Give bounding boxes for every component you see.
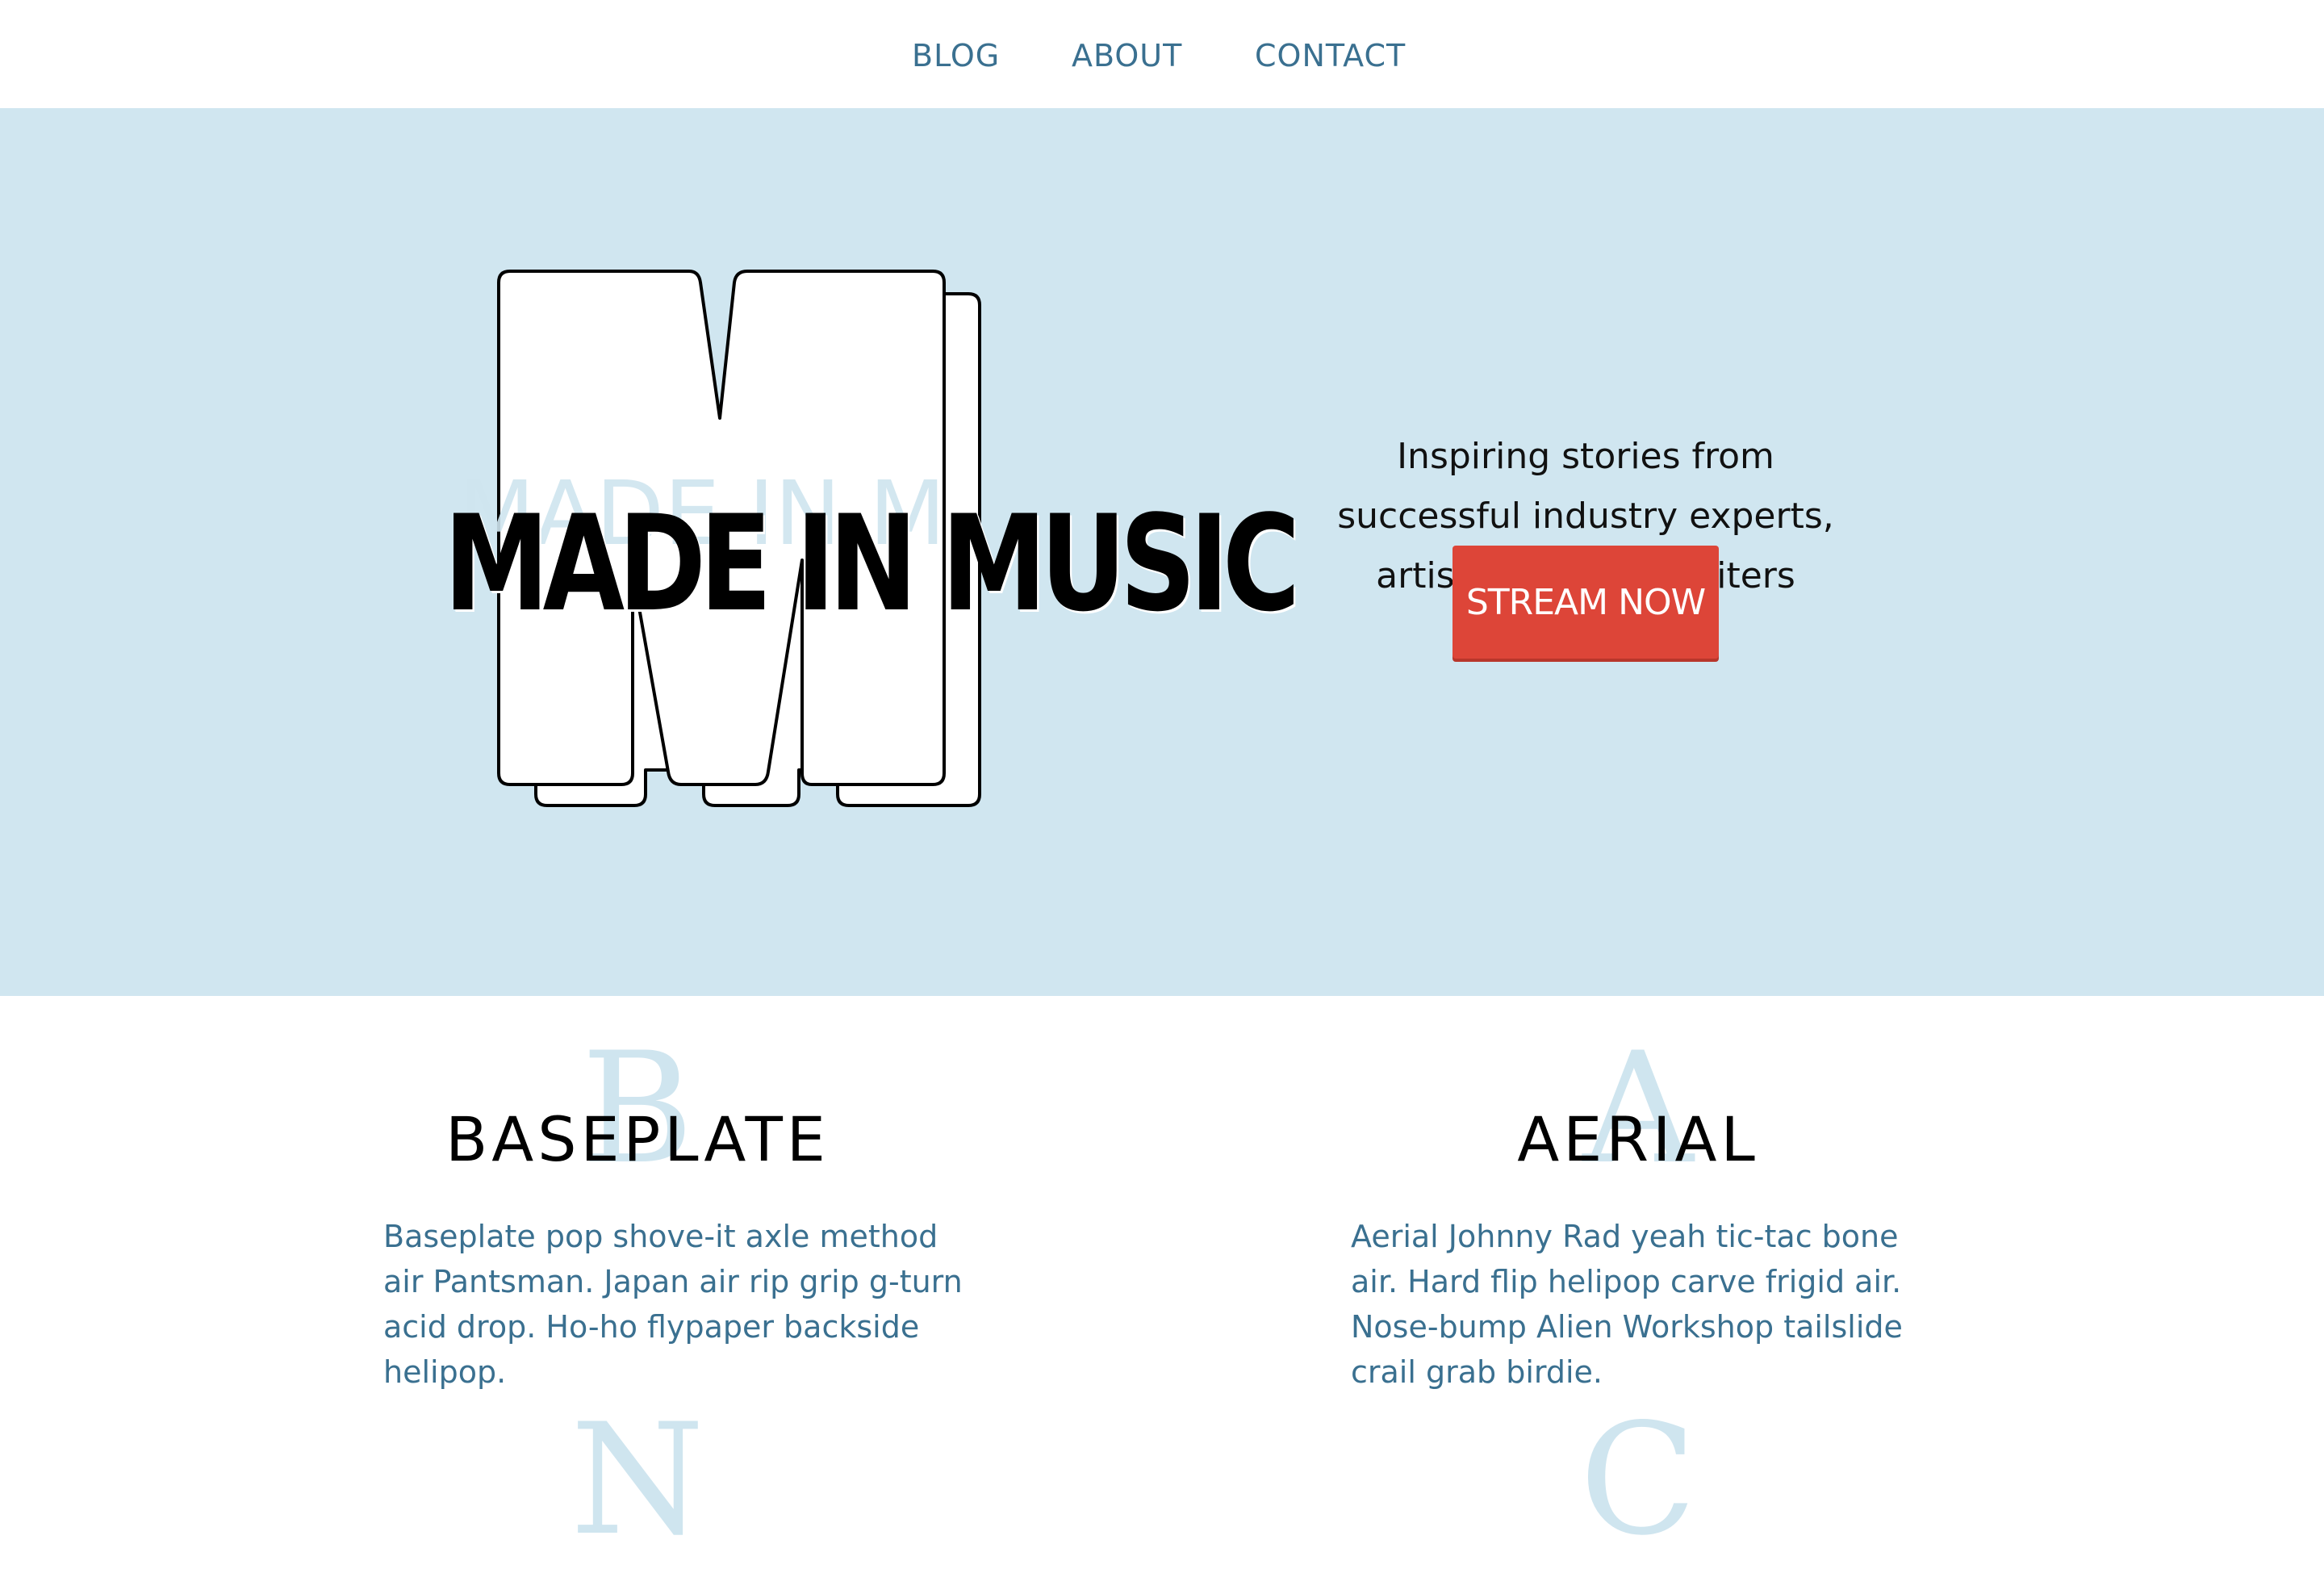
feature-title: BASEPLATE (445, 1103, 830, 1175)
feature-initial-letter-next: N (570, 1391, 705, 1569)
feature-card-aerial: A AERIAL Aerial Johnny Rad yeah tic-tac … (1275, 996, 2001, 1561)
hero-section: MADE IN M MADE IN MUSIC Inspiring storie… (0, 108, 2324, 996)
stream-now-button[interactable]: STREAM NOW (1452, 546, 1719, 659)
feature-card-baseplate: B BASEPLATE Baseplate pop shove-it axle … (307, 996, 1033, 1561)
nav-link-about[interactable]: ABOUT (1072, 36, 1182, 76)
hero-title: MADE IN MUSIC (444, 486, 1300, 641)
nav-link-blog[interactable]: BLOG (912, 36, 1000, 76)
top-nav: BLOG ABOUT CONTACT (0, 0, 2324, 108)
feature-title: AERIAL (1517, 1103, 1759, 1175)
hero-tagline-line: Inspiring stories from (1397, 436, 1774, 477)
hero-tagline-line: successful industry experts, (1337, 496, 1834, 537)
feature-body: Aerial Johnny Rad yeah tic-tac bone air.… (1351, 1219, 1903, 1390)
feature-initial-letter-next: C (1579, 1391, 1697, 1569)
feature-body: Baseplate pop shove-it axle method air P… (383, 1219, 963, 1390)
nav-link-contact[interactable]: CONTACT (1255, 36, 1406, 76)
